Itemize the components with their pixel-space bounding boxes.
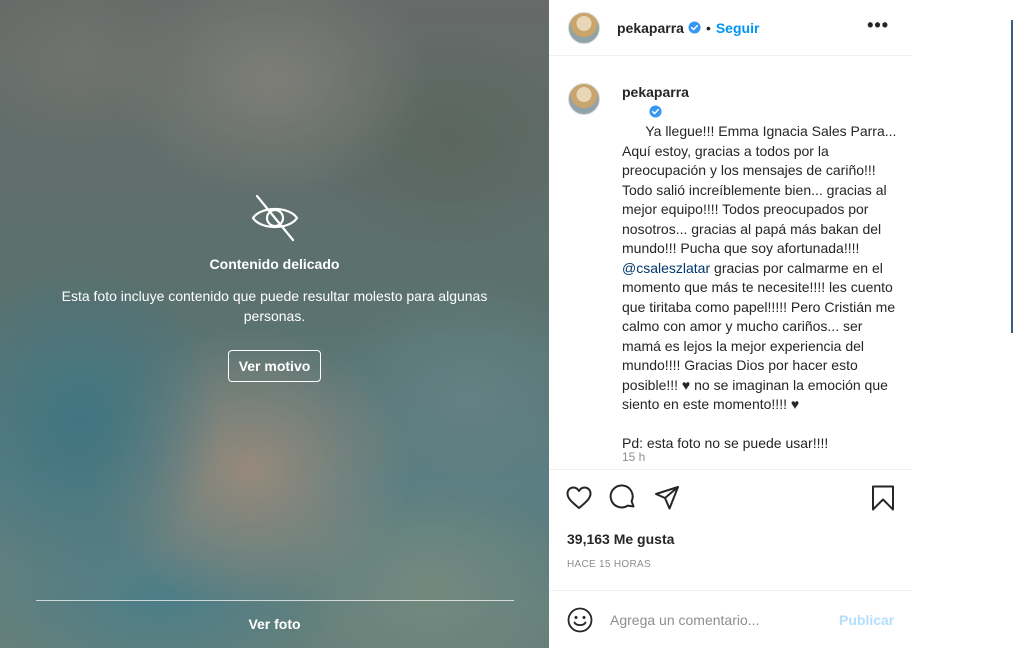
post-sidebar: pekaparra • Seguir ••• pekaparra Ya lleg… [549,0,911,648]
caption-username[interactable]: pekaparra [622,84,689,100]
comment-bar: Publicar [549,590,911,648]
caption-area: pekaparra Ya llegue!!! Emma Ignacia Sale… [549,56,911,470]
comment-input[interactable] [610,609,810,631]
header-separator: • [705,19,711,36]
sensitive-description: Esta foto incluye contenido que puede re… [61,288,488,324]
caption-mention[interactable]: @csaleszlatar [622,260,710,276]
post-caption: pekaparra Ya llegue!!! Emma Ignacia Sale… [622,83,900,454]
likes-count[interactable]: 39,163 Me gusta [567,531,674,547]
follow-button[interactable]: Seguir [716,20,760,36]
see-photo-button[interactable]: Ver foto [0,616,549,632]
avatar[interactable] [568,83,600,115]
more-options-icon[interactable]: ••• [867,15,889,36]
publish-button[interactable]: Publicar [839,612,894,628]
post-actions [549,470,911,530]
caption-text: Ya llegue!!! Emma Ignacia Sales Parra...… [622,123,900,256]
eye-slash-icon [251,194,298,242]
caption-time: 15 h [622,450,646,464]
verified-badge-icon [688,21,701,34]
avatar[interactable] [568,11,600,44]
sensitive-content-overlay: Contenido delicado Esta foto incluye con… [0,190,549,382]
paper-plane-icon[interactable] [653,484,681,512]
see-reason-button[interactable]: Ver motivo [227,350,322,382]
caption-text: gracias por calmarme en el momento que m… [622,259,896,452]
posted-time: HACE 15 HORAS [567,559,651,570]
bookmark-icon[interactable] [869,484,897,512]
sensitive-title: Contenido delicado [209,256,340,272]
post-media: Contenido delicado Esta foto incluye con… [0,0,549,648]
verified-badge-icon [649,104,662,118]
media-divider [36,600,514,601]
heart-icon[interactable] [565,484,593,512]
header-username[interactable]: pekaparra [617,20,684,36]
post-header: pekaparra • Seguir ••• [549,0,911,56]
emoji-icon[interactable] [567,607,593,633]
comment-icon[interactable] [609,484,637,512]
